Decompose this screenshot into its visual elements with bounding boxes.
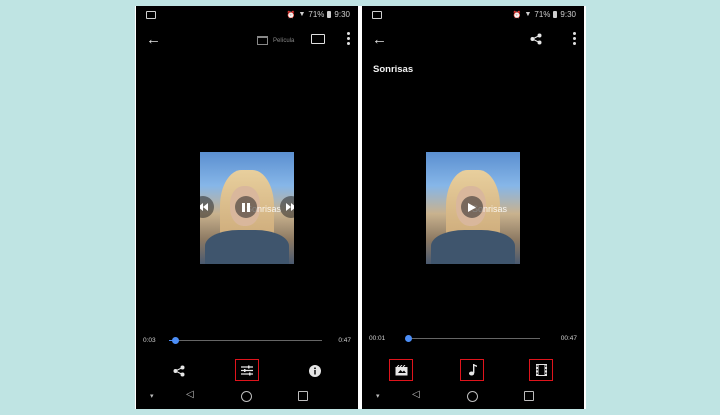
battery-percent: 71% bbox=[308, 10, 325, 19]
system-nav-bar: ▾ ◁ bbox=[362, 388, 584, 406]
seek-thumb[interactable] bbox=[405, 335, 413, 342]
top-toolbar: ← Película bbox=[136, 28, 358, 56]
right-phone-screen: ⏰ ▼ 71% 9:30 ← Sonrisas Sonrisas 00:01 0… bbox=[362, 6, 584, 409]
alarm-icon: ⏰ bbox=[286, 11, 296, 19]
status-bar: ⏰ ▼ 71% 9:30 bbox=[362, 6, 584, 24]
rewind-button[interactable] bbox=[200, 196, 214, 218]
film-icon bbox=[535, 364, 547, 376]
adjust-icon bbox=[241, 365, 253, 375]
share-icon bbox=[173, 365, 185, 377]
bottom-actions bbox=[362, 359, 584, 382]
fast-forward-button[interactable] bbox=[280, 196, 294, 218]
music-icon bbox=[468, 364, 477, 376]
info-icon bbox=[309, 365, 321, 377]
nav-home-icon[interactable] bbox=[467, 391, 478, 402]
battery-percent: 71% bbox=[534, 10, 551, 19]
alarm-icon: ⏰ bbox=[512, 11, 522, 19]
clock: 9:30 bbox=[334, 10, 350, 19]
wifi-icon: ▼ bbox=[524, 11, 532, 18]
nav-recents-icon[interactable] bbox=[524, 391, 534, 401]
nav-recents-icon[interactable] bbox=[298, 391, 308, 401]
duration: 00:47 bbox=[560, 335, 577, 342]
theme-icon bbox=[395, 364, 407, 375]
wifi-icon: ▼ bbox=[298, 11, 306, 18]
movie-title: Sonrisas bbox=[373, 64, 414, 75]
seek-bar[interactable] bbox=[405, 335, 540, 342]
theme-button[interactable] bbox=[389, 359, 413, 381]
system-nav-bar: ▾ ◁ bbox=[136, 388, 358, 406]
playback-progress: 0:03 0:47 bbox=[136, 334, 358, 348]
video-preview[interactable]: Sonrisas bbox=[200, 152, 294, 264]
music-button[interactable] bbox=[460, 359, 484, 381]
movie-clapper-icon bbox=[257, 36, 268, 45]
more-vert-icon[interactable] bbox=[572, 32, 576, 45]
share-icon bbox=[530, 33, 542, 45]
play-icon bbox=[468, 202, 476, 212]
info-button[interactable] bbox=[304, 360, 326, 382]
seek-thumb[interactable] bbox=[171, 337, 179, 344]
share-button-top[interactable] bbox=[530, 32, 542, 50]
duration: 0:47 bbox=[338, 337, 351, 344]
film-button[interactable] bbox=[529, 359, 553, 381]
arrow-left-icon[interactable]: ← bbox=[146, 30, 161, 50]
hide-nav-icon[interactable]: ▾ bbox=[150, 392, 154, 400]
fast-forward-icon bbox=[286, 203, 294, 211]
video-preview[interactable]: Sonrisas bbox=[426, 152, 520, 264]
current-time: 00:01 bbox=[369, 335, 386, 342]
nav-back-icon[interactable]: ◁ bbox=[412, 389, 420, 400]
gallery-notification-icon bbox=[372, 11, 382, 19]
current-time: 0:03 bbox=[143, 337, 156, 344]
status-bar: ⏰ ▼ 71% 9:30 bbox=[136, 6, 358, 24]
nav-back-icon[interactable]: ◁ bbox=[186, 389, 194, 400]
gallery-notification-icon bbox=[146, 11, 156, 19]
more-vert-icon[interactable] bbox=[346, 32, 350, 45]
movie-label: Película bbox=[273, 37, 295, 44]
play-button[interactable] bbox=[461, 196, 483, 218]
adjust-button[interactable] bbox=[235, 359, 259, 381]
clock: 9:30 bbox=[560, 10, 576, 19]
battery-icon bbox=[553, 11, 558, 18]
left-phone-screen: ⏰ ▼ 71% 9:30 ← Película Sonrisas 0:03 0:… bbox=[136, 6, 358, 409]
cast-icon[interactable] bbox=[311, 34, 325, 44]
bottom-actions bbox=[136, 359, 358, 382]
arrow-left-icon[interactable]: ← bbox=[372, 30, 387, 50]
nav-home-icon[interactable] bbox=[241, 391, 252, 402]
playback-progress: 00:01 00:47 bbox=[362, 332, 584, 346]
battery-icon bbox=[327, 11, 332, 18]
seek-bar[interactable] bbox=[169, 337, 322, 344]
share-button[interactable] bbox=[168, 360, 190, 382]
rewind-icon bbox=[200, 203, 208, 211]
movie-button[interactable]: Película bbox=[257, 36, 294, 45]
pause-button[interactable] bbox=[235, 196, 257, 218]
pause-icon bbox=[242, 202, 250, 212]
hide-nav-icon[interactable]: ▾ bbox=[376, 392, 380, 400]
top-toolbar: ← bbox=[362, 28, 584, 56]
